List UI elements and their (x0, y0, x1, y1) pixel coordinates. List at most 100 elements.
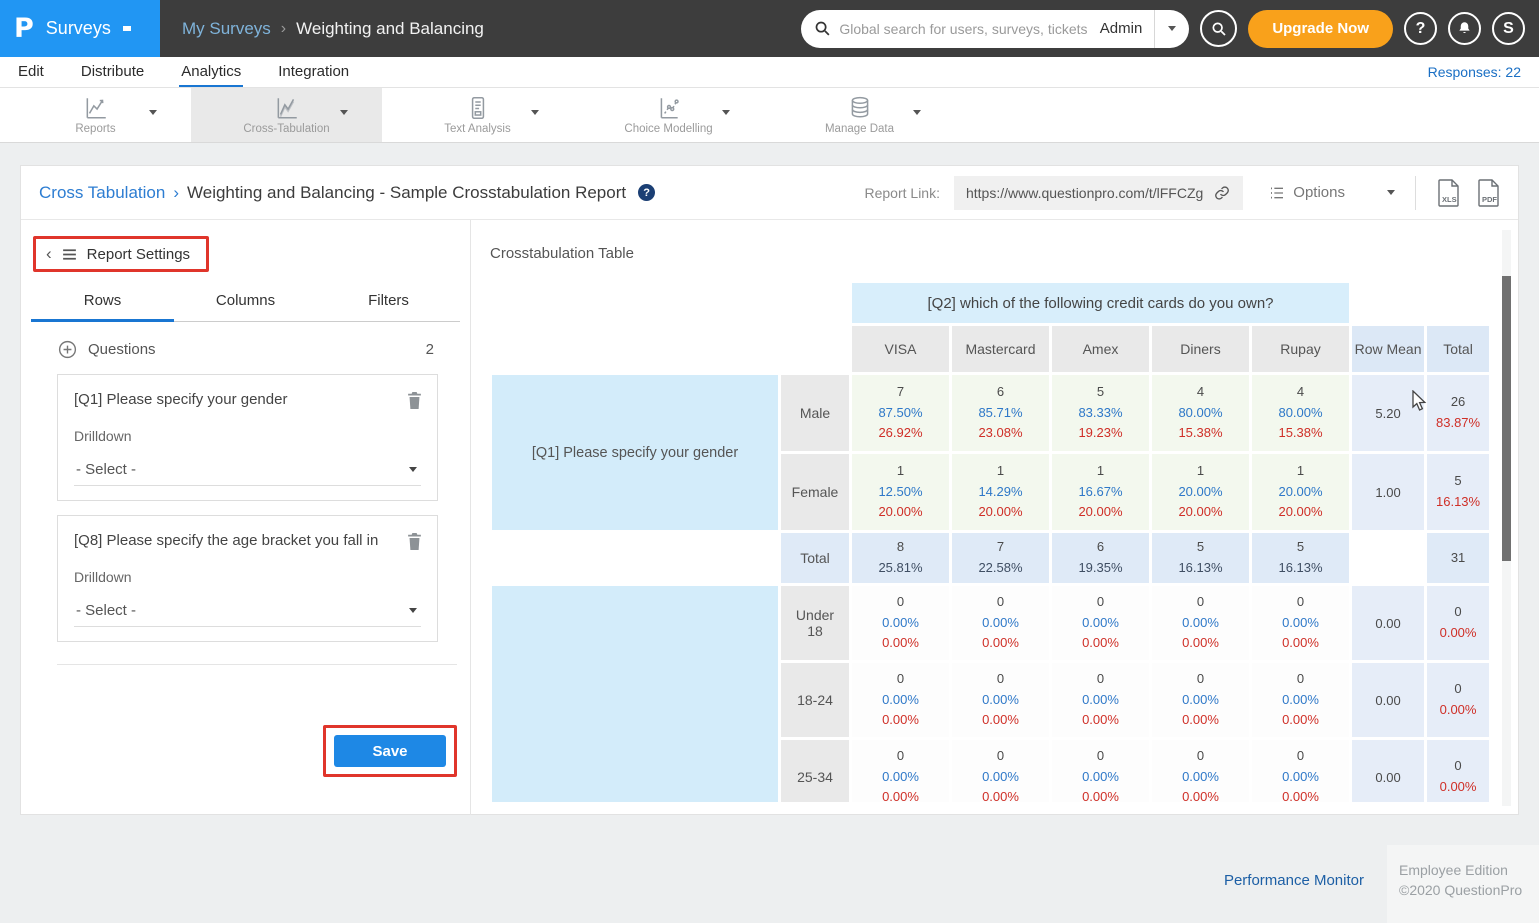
questions-count: 2 (426, 341, 434, 358)
breadcrumb-separator: › (173, 183, 179, 203)
tab-rows[interactable]: Rows (31, 292, 174, 322)
top-bar: P Surveys My Surveys › Weighting and Bal… (0, 0, 1539, 57)
export-pdf-button[interactable]: PDF (1476, 178, 1502, 208)
drilldown-select-value: - Select - (76, 461, 136, 478)
module-manage-data[interactable]: Manage Data (764, 88, 955, 142)
surveys-product-menu[interactable]: P Surveys (0, 0, 160, 57)
svg-text:XLS: XLS (1442, 195, 1457, 204)
row-label: Female (781, 454, 849, 530)
tab-filters[interactable]: Filters (317, 292, 460, 322)
hamburger-icon (61, 246, 78, 263)
crosstab-table: [Q2] which of the following credit cards… (489, 280, 1492, 802)
vertical-scrollbar[interactable] (1502, 230, 1511, 806)
drilldown-select[interactable]: - Select - (74, 456, 421, 486)
options-label: Options (1293, 184, 1345, 201)
questionpro-logo: P (14, 13, 34, 44)
cell-2534-visa: 00.00%0.00% (852, 740, 949, 802)
col-header-mastercard: Mastercard (952, 326, 1049, 372)
cell-2534-row-mean: 0.00 (1352, 740, 1424, 802)
link-icon[interactable] (1213, 184, 1231, 202)
cell-2534-rupay: 00.00%0.00% (1252, 740, 1349, 802)
upgrade-now-button[interactable]: Upgrade Now (1248, 10, 1393, 48)
performance-monitor-link[interactable]: Performance Monitor (1224, 872, 1364, 889)
nav-analytics[interactable]: Analytics (179, 57, 243, 87)
cell-male-diners: 480.00%15.38% (1152, 375, 1249, 451)
cell-total-amex: 619.35% (1052, 533, 1149, 583)
chevron-down-icon[interactable] (149, 110, 157, 115)
cell-under18-rupay: 00.00%0.00% (1252, 586, 1349, 660)
cross-tabulation-link[interactable]: Cross Tabulation (39, 183, 165, 203)
options-menu[interactable]: Options (1269, 184, 1345, 201)
help-icon[interactable]: ? (638, 184, 655, 201)
question-text: [Q8] Please specify the age bracket you … (74, 532, 404, 549)
cell-2534-mastercard: 00.00%0.00% (952, 740, 1049, 802)
module-choice-modelling[interactable]: Choice Modelling (573, 88, 764, 142)
col-header-diners: Diners (1152, 326, 1249, 372)
cell-under18-total: 00.00% (1427, 586, 1489, 660)
search-submit-button[interactable] (1200, 10, 1237, 47)
row-label: Total (781, 533, 849, 583)
scrollbar-thumb[interactable] (1502, 276, 1511, 561)
report-link-label: Report Link: (865, 185, 940, 201)
report-settings-toggle[interactable]: ‹ Report Settings (36, 239, 206, 269)
row-label: Under 18 (781, 586, 849, 660)
chevron-down-icon[interactable] (722, 110, 730, 115)
report-link-url[interactable]: https://www.questionpro.com/t/lFFCZg (966, 185, 1203, 201)
tab-columns[interactable]: Columns (174, 292, 317, 322)
breadcrumb: My Surveys › Weighting and Balancing (182, 19, 484, 39)
cell-under18-visa: 00.00%0.00% (852, 586, 949, 660)
cell-female-total: 516.13% (1427, 454, 1489, 530)
crosstab-title: Crosstabulation Table (490, 245, 634, 262)
cell-under18-amex: 00.00%0.00% (1052, 586, 1149, 660)
help-button[interactable]: ? (1404, 12, 1437, 45)
question-card-q8: [Q8] Please specify the age bracket you … (57, 515, 438, 642)
nav-edit[interactable]: Edit (16, 57, 46, 87)
responses-count[interactable]: Responses: 22 (1428, 57, 1539, 87)
chevron-down-icon[interactable] (1387, 190, 1395, 195)
search-scope-dropdown[interactable] (1155, 10, 1189, 48)
row-label: 18-24 (781, 663, 849, 737)
report-link-box[interactable]: https://www.questionpro.com/t/lFFCZg (954, 176, 1243, 210)
list-icon (1269, 185, 1285, 201)
export-xls-button[interactable]: XLS (1436, 178, 1462, 208)
q2-question-header: [Q2] which of the following credit cards… (852, 283, 1349, 323)
questions-label: Questions (88, 341, 156, 358)
nav-distribute[interactable]: Distribute (79, 57, 146, 87)
chevron-down-icon[interactable] (340, 110, 348, 115)
report-title: Weighting and Balancing - Sample Crossta… (187, 183, 626, 203)
save-button[interactable]: Save (334, 735, 446, 767)
row-label: Male (781, 375, 849, 451)
module-text-analysis[interactable]: Text Analysis (382, 88, 573, 142)
copyright-label: ©2020 QuestionPro (1399, 880, 1529, 900)
col-header-row-mean: Row Mean (1352, 326, 1424, 372)
product-menu-label: Surveys (46, 18, 111, 39)
nav-integration[interactable]: Integration (276, 57, 351, 87)
document-text-icon (465, 95, 491, 121)
annotation-highlight-save: Save (323, 725, 457, 777)
cell-male-row-mean: 5.20 (1352, 375, 1424, 451)
cell-under18-mastercard: 00.00%0.00% (952, 586, 1049, 660)
cell-male-mastercard: 685.71%23.08% (952, 375, 1049, 451)
drilldown-select[interactable]: - Select - (74, 597, 421, 627)
chevron-down-icon[interactable] (913, 110, 921, 115)
notifications-button[interactable] (1448, 12, 1481, 45)
row-label: 25-34 (781, 740, 849, 802)
divider (57, 664, 457, 665)
breadcrumb-current-survey: Weighting and Balancing (296, 19, 484, 39)
module-reports[interactable]: Reports (0, 88, 191, 142)
search-icon (814, 20, 831, 37)
module-cross-tabulation[interactable]: Cross-Tabulation (191, 88, 382, 142)
col-header-visa: VISA (852, 326, 949, 372)
add-question-button[interactable] (57, 339, 78, 360)
breadcrumb-separator: › (281, 20, 286, 38)
table-row-under-18: Under 18 00.00%0.00% 00.00%0.00% 00.00%0… (492, 586, 1489, 660)
divider (1415, 176, 1416, 210)
delete-question-icon[interactable] (406, 532, 423, 556)
search-input[interactable] (839, 21, 1087, 37)
breadcrumb-my-surveys[interactable]: My Surveys (182, 19, 271, 39)
user-avatar[interactable]: S (1492, 12, 1525, 45)
chevron-down-icon[interactable] (531, 110, 539, 115)
cell-total-mastercard: 722.58% (952, 533, 1049, 583)
module-label: Text Analysis (444, 123, 510, 135)
delete-question-icon[interactable] (406, 391, 423, 415)
